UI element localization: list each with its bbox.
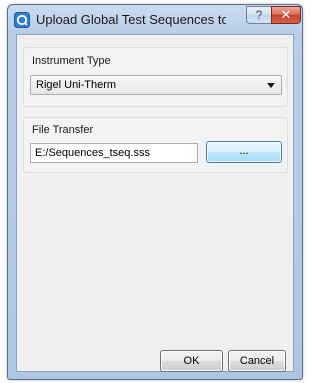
dialog-body: Instrument Type Rigel Uni-Therm File Tra… <box>16 34 294 372</box>
close-icon: ✕ <box>280 7 292 22</box>
browse-button[interactable]: ... <box>206 141 282 163</box>
cancel-button[interactable]: Cancel <box>228 350 286 372</box>
help-button[interactable]: ? <box>246 6 272 24</box>
upload-dialog-window: Upload Global Test Sequences to... ? ✕ I… <box>7 4 303 380</box>
instrument-type-select[interactable]: Rigel Uni-Therm <box>30 75 282 95</box>
file-path-input[interactable]: E:/Sequences_tseq.sss <box>30 143 198 163</box>
close-button[interactable]: ✕ <box>271 6 301 24</box>
instrument-type-value: Rigel Uni-Therm <box>36 79 117 91</box>
chevron-down-icon <box>267 83 275 88</box>
help-icon: ? <box>255 8 263 22</box>
window-title: Upload Global Test Sequences to... <box>36 12 226 27</box>
file-transfer-label: File Transfer <box>32 124 94 136</box>
app-icon <box>14 12 30 28</box>
file-transfer-group: File Transfer E:/Sequences_tseq.sss ... <box>23 117 288 173</box>
ok-button[interactable]: OK <box>160 350 223 372</box>
instrument-type-label: Instrument Type <box>32 55 111 67</box>
instrument-type-group: Instrument Type Rigel Uni-Therm <box>23 47 288 107</box>
title-bar[interactable]: Upload Global Test Sequences to... ? ✕ <box>8 5 302 34</box>
